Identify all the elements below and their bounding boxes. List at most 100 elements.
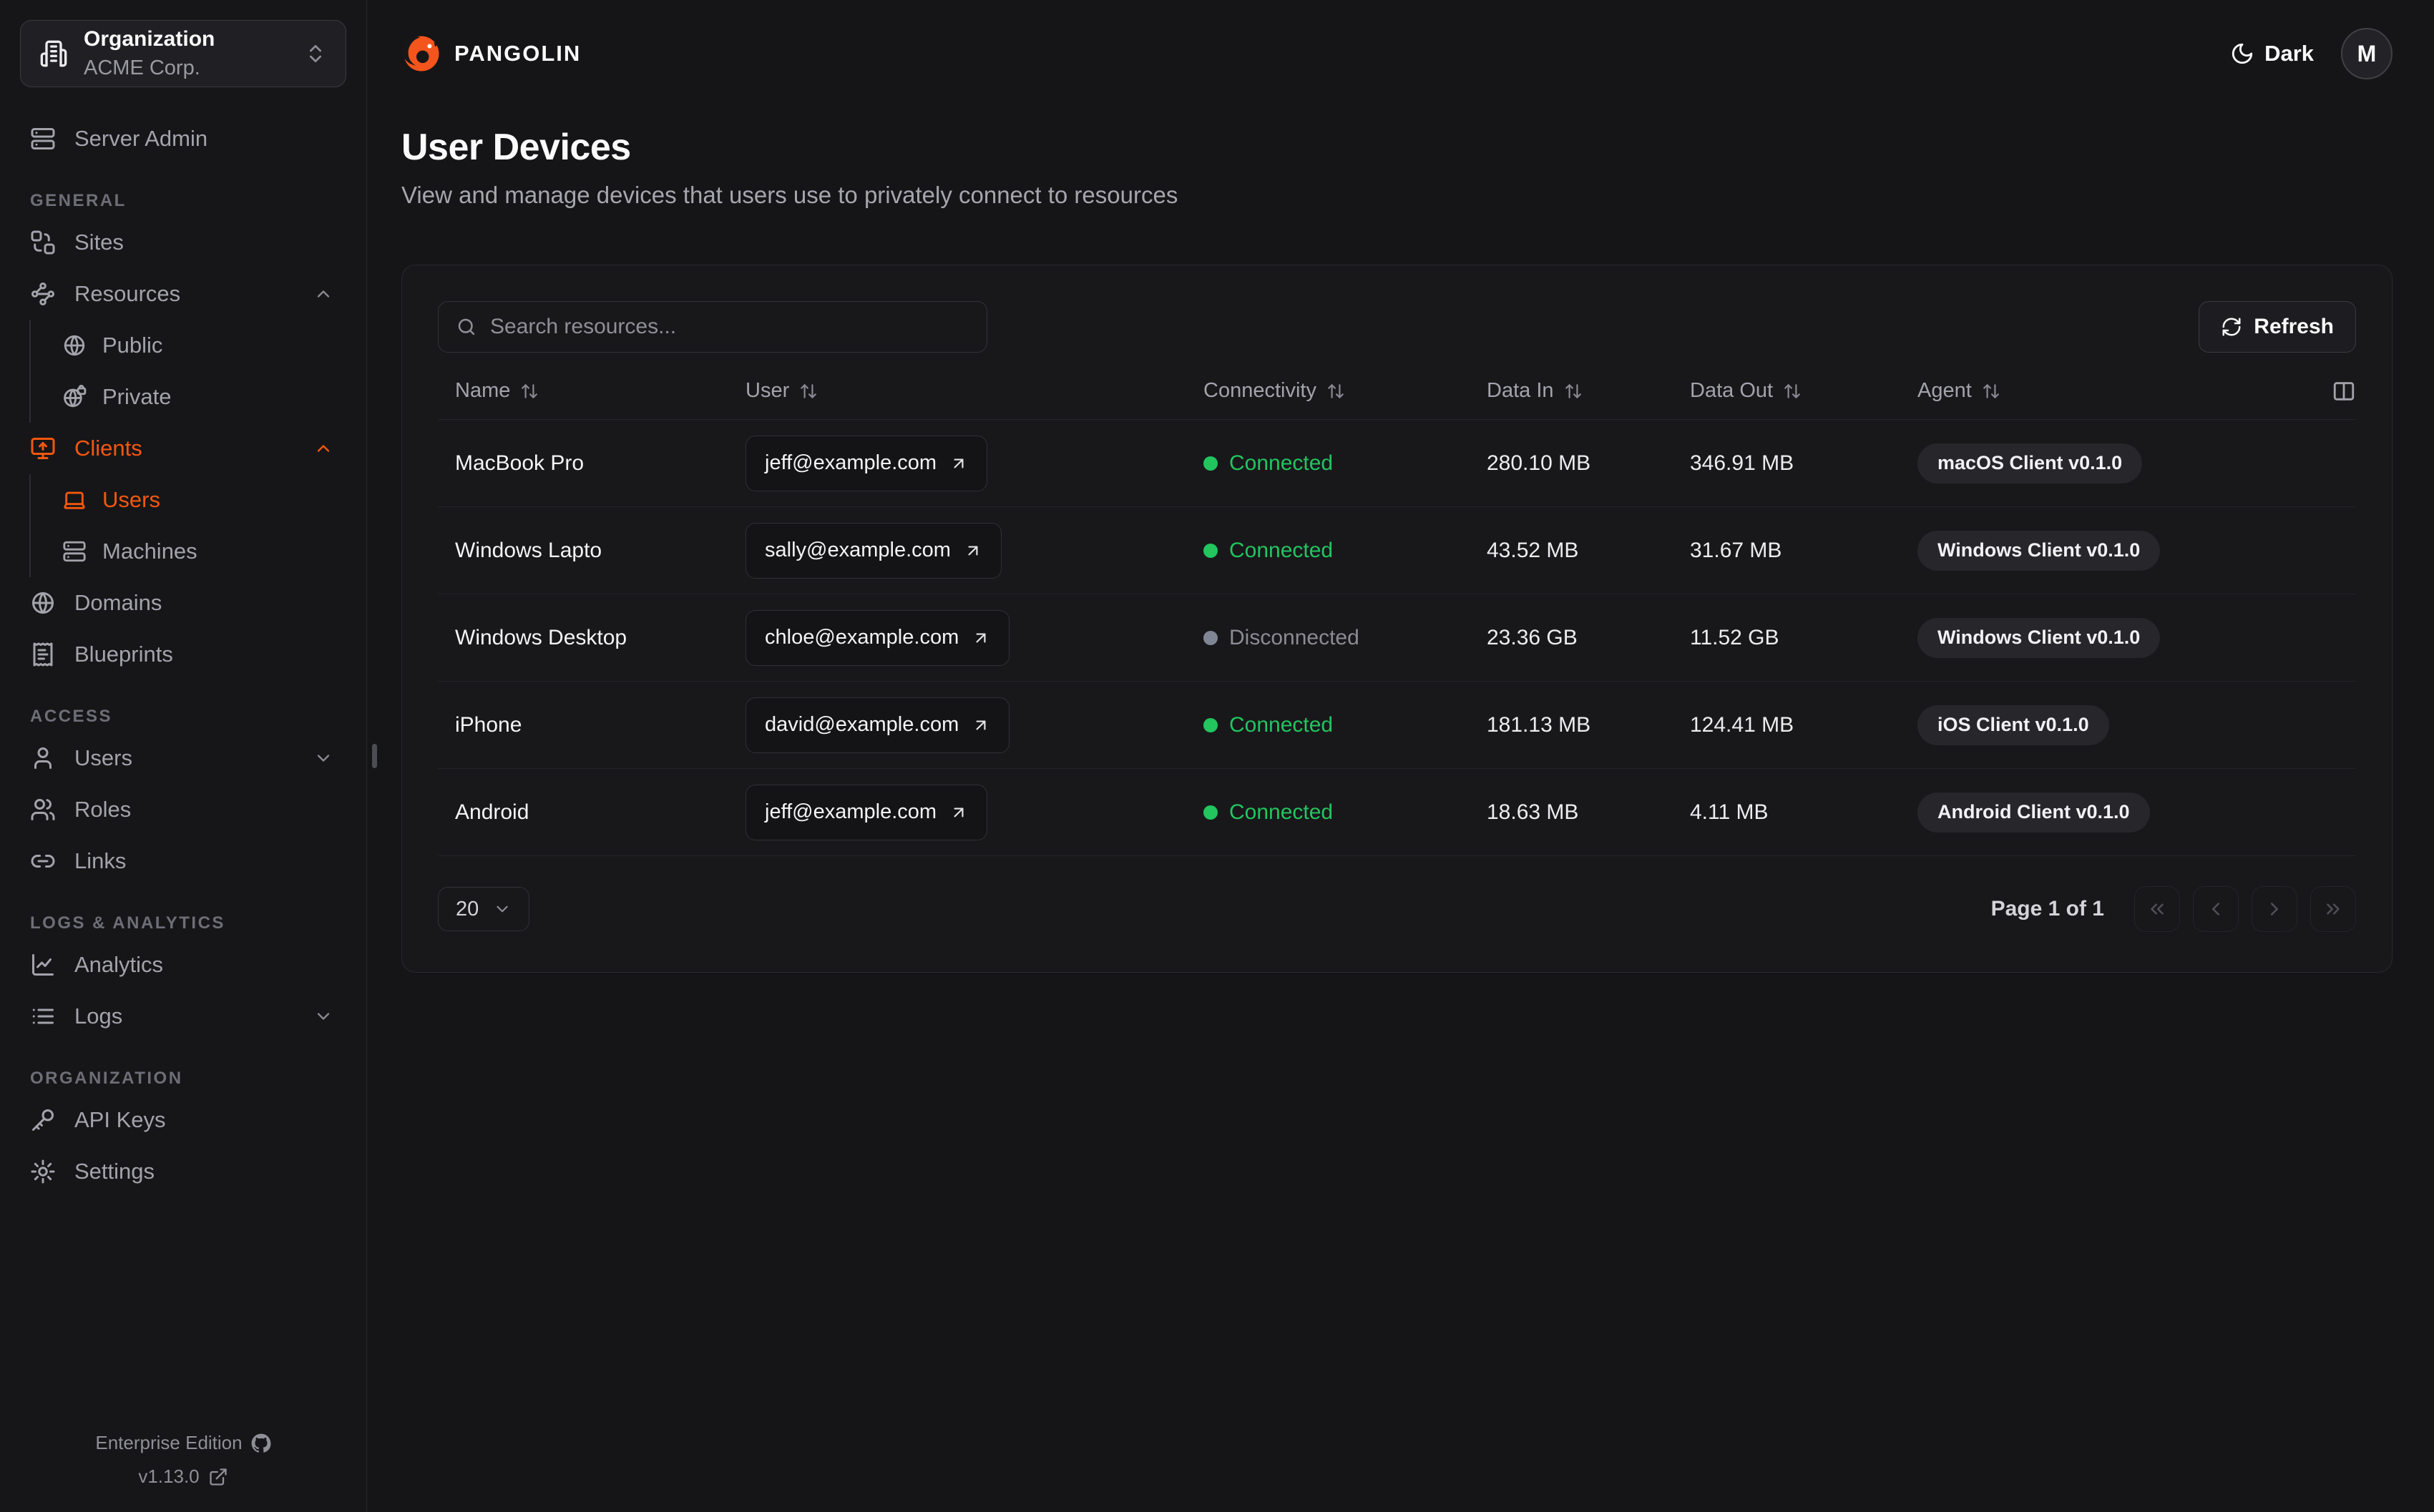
sidebar-item-label: Sites (74, 230, 124, 255)
brand[interactable]: PANGOLIN (401, 34, 581, 74)
chevron-up-icon (313, 438, 333, 458)
user-chip[interactable]: chloe@example.com (746, 609, 1010, 666)
edition-link[interactable]: Enterprise Edition (95, 1432, 271, 1454)
table-row: MacBook Pro jeff@example.com Connected 2… (438, 420, 2356, 507)
chevron-down-icon (493, 900, 512, 918)
sidebar-item-label: Logs (74, 1003, 123, 1029)
sidebar-item-api-keys[interactable]: API Keys (20, 1094, 346, 1146)
sidebar-item-analytics[interactable]: Analytics (20, 939, 346, 991)
search-icon (456, 316, 477, 338)
building-icon (39, 39, 68, 68)
resources-children: Public Private (29, 320, 346, 423)
data-in-value: 280.10 MB (1487, 451, 1591, 475)
page-size-select[interactable]: 20 (438, 887, 530, 931)
sort-icon (799, 382, 818, 401)
column-header-data-out[interactable]: Data Out (1690, 379, 1917, 403)
column-header-connectivity[interactable]: Connectivity (1203, 379, 1487, 403)
column-header-label: Data Out (1690, 379, 1774, 402)
server-icon (30, 126, 56, 152)
sidebar-item-clients[interactable]: Clients (20, 423, 346, 474)
sidebar-resize-handle[interactable] (372, 744, 377, 768)
link-icon (30, 848, 56, 874)
sidebar-item-logs[interactable]: Logs (20, 991, 346, 1042)
sidebar-item-private[interactable]: Private (52, 371, 346, 423)
sidebar-item-resources[interactable]: Resources (20, 268, 346, 320)
column-header-data-in[interactable]: Data In (1487, 379, 1690, 403)
sidebar-item-clients-users[interactable]: Users (52, 474, 346, 526)
column-header-label: Data In (1487, 379, 1554, 402)
sidebar-item-domains[interactable]: Domains (20, 577, 346, 629)
agent-badge: macOS Client v0.1.0 (1917, 443, 2143, 483)
clients-children: Users Machines (29, 474, 346, 577)
arrow-up-right-icon (964, 541, 982, 560)
first-page-button[interactable] (2134, 886, 2180, 932)
sidebar-item-public[interactable]: Public (52, 320, 346, 371)
sidebar-item-label: Resources (74, 281, 181, 306)
sidebar-item-label: Roles (74, 797, 132, 822)
sidebar-item-label: Domains (74, 590, 162, 615)
prev-page-button[interactable] (2193, 886, 2239, 932)
search-input[interactable] (490, 315, 969, 339)
sidebar-item-label: Users (102, 487, 160, 512)
agent-badge: Windows Client v0.1.0 (1917, 530, 2161, 571)
sort-icon (1982, 382, 2000, 401)
version-link[interactable]: v1.13.0 (138, 1466, 228, 1488)
column-header-label: Agent (1917, 379, 1972, 402)
agent-badge: iOS Client v0.1.0 (1917, 705, 2109, 745)
column-header-name[interactable]: Name (438, 379, 746, 403)
sidebar-item-label: Users (74, 745, 132, 770)
sidebar: Organization ACME Corp. Server Admin GEN… (0, 0, 367, 1512)
user-chip[interactable]: sally@example.com (746, 522, 1002, 579)
sidebar-item-settings[interactable]: Settings (20, 1146, 346, 1197)
org-selector[interactable]: Organization ACME Corp. (20, 20, 346, 87)
github-icon (251, 1433, 271, 1453)
chevrons-up-down-icon (304, 42, 327, 65)
connectivity-status: Connected (1203, 451, 1487, 476)
user-chip[interactable]: jeff@example.com (746, 435, 988, 491)
connectivity-status: Connected (1203, 713, 1487, 737)
table-row: iPhone david@example.com Connected 181.1… (438, 682, 2356, 769)
theme-toggle[interactable]: Dark (2230, 41, 2314, 67)
avatar-initial: M (2357, 40, 2377, 67)
user-chip[interactable]: jeff@example.com (746, 784, 988, 840)
pagination: Page 1 of 1 (1991, 886, 2356, 932)
sidebar-item-label: Public (102, 333, 163, 358)
page-head: User Devices View and manage devices tha… (401, 126, 2393, 209)
sort-icon (1564, 382, 1583, 401)
sidebar-item-label: Clients (74, 436, 142, 461)
main-content: PANGOLIN Dark M User Devices View and ma… (367, 0, 2434, 1512)
avatar[interactable]: M (2341, 28, 2393, 79)
laptop-icon (62, 488, 87, 512)
sidebar-item-blueprints[interactable]: Blueprints (20, 629, 346, 680)
columns-layout-icon[interactable] (2332, 379, 2356, 403)
list-icon (30, 1003, 56, 1029)
topbar: PANGOLIN Dark M (401, 0, 2393, 107)
sidebar-item-links[interactable]: Links (20, 835, 346, 887)
sidebar-item-sites[interactable]: Sites (20, 217, 346, 268)
waypoints-icon (30, 281, 56, 307)
chevron-down-icon (313, 748, 333, 768)
user-email: chloe@example.com (765, 626, 959, 649)
connectivity-status: Connected (1203, 539, 1487, 563)
column-header-agent[interactable]: Agent (1917, 379, 2299, 403)
refresh-button[interactable]: Refresh (2199, 301, 2356, 353)
next-page-button[interactable] (2252, 886, 2297, 932)
globe-icon (62, 333, 87, 358)
sidebar-item-roles[interactable]: Roles (20, 784, 346, 835)
user-email: jeff@example.com (765, 451, 937, 474)
globe-lock-icon (62, 385, 87, 409)
user-email: sally@example.com (765, 539, 951, 561)
column-header-label: User (746, 379, 790, 402)
last-page-button[interactable] (2310, 886, 2356, 932)
user-chip[interactable]: david@example.com (746, 697, 1010, 753)
column-header-label: Name (455, 379, 511, 402)
sidebar-item-machines[interactable]: Machines (52, 526, 346, 577)
sidebar-item-users[interactable]: Users (20, 732, 346, 784)
sidebar-item-label: Analytics (74, 952, 164, 977)
sidebar-item-server-admin[interactable]: Server Admin (20, 113, 346, 165)
chevrons-left-icon (2146, 898, 2168, 920)
arrow-up-right-icon (949, 803, 968, 822)
external-link-icon (208, 1467, 228, 1487)
edition-label: Enterprise Edition (95, 1432, 243, 1453)
column-header-user[interactable]: User (746, 379, 1203, 403)
